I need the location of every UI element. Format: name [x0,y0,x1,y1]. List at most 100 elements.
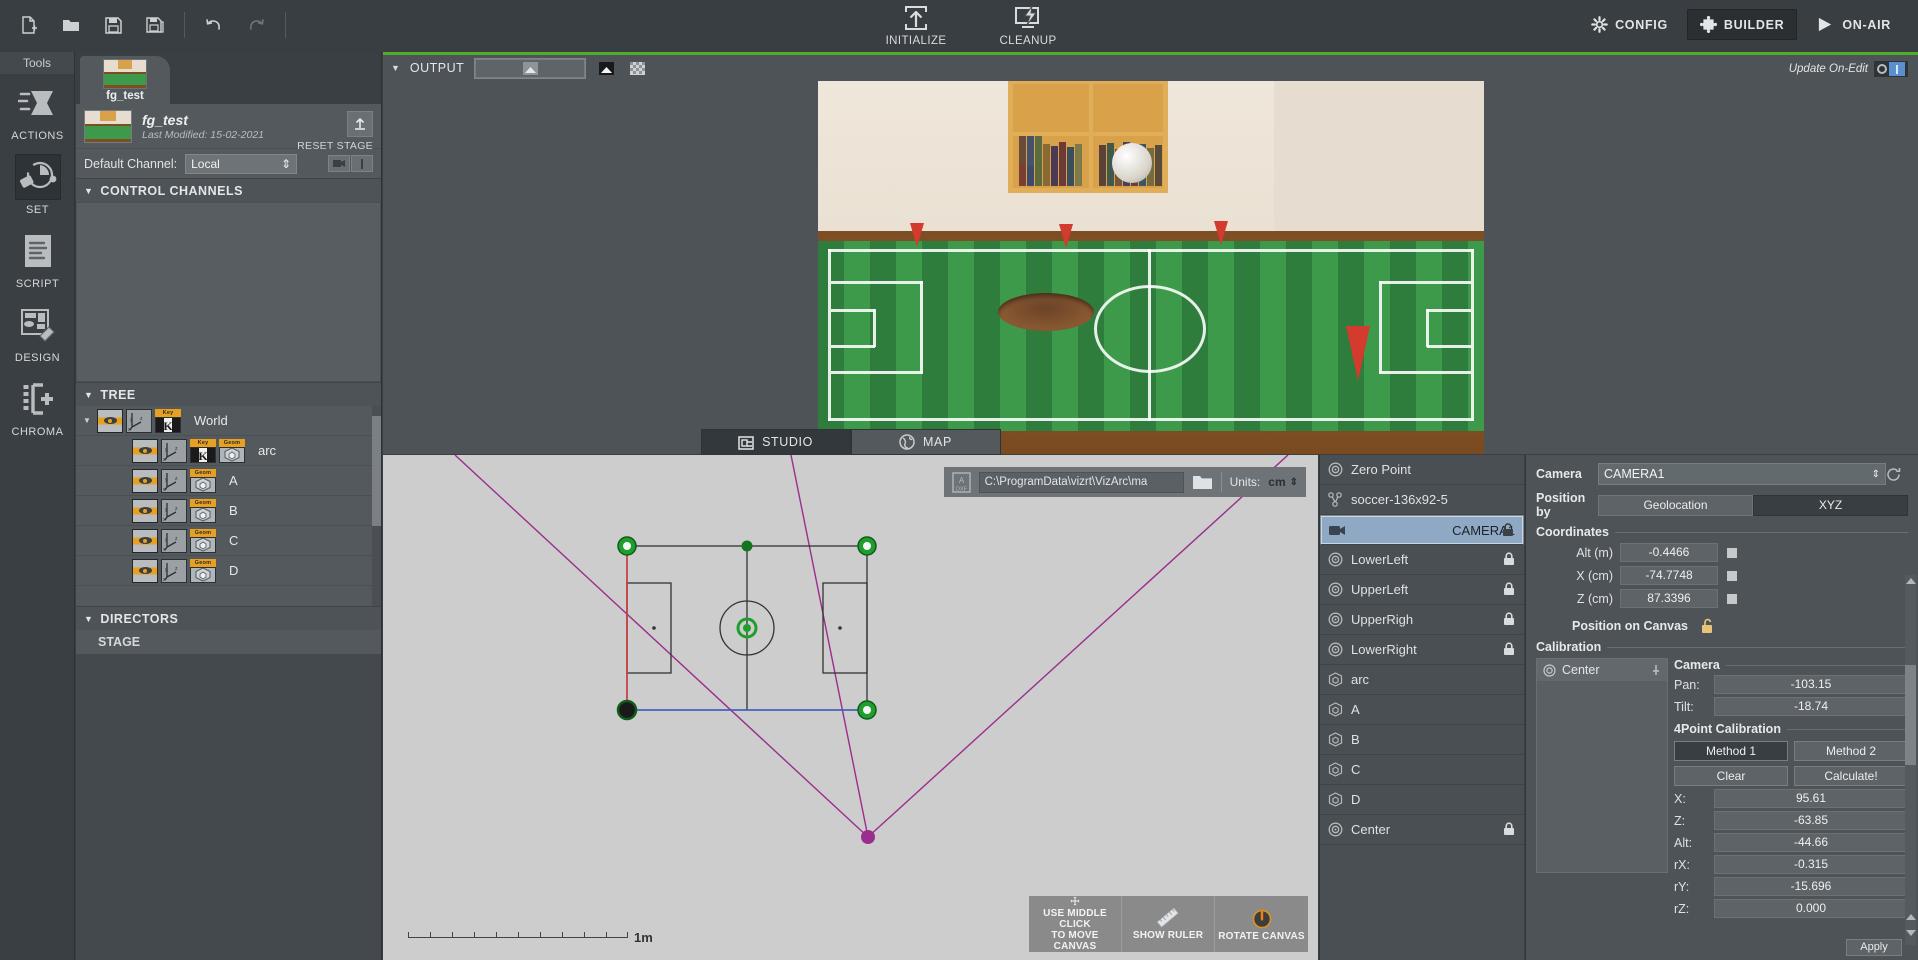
visibility-eye-icon[interactable] [132,559,158,583]
object-list-item[interactable]: CAMERA1 [1320,515,1524,545]
visibility-eye-icon[interactable] [132,439,158,463]
tree-badge-geom[interactable]: Geom [190,469,216,493]
rail-item-script[interactable]: SCRIPT [0,222,75,296]
reset-stage-bar-icon[interactable] [351,155,373,172]
scroll-up-arrow-icon-2[interactable] [1906,914,1916,920]
scroll-up-arrow-icon[interactable] [1906,578,1916,584]
coordinate-field[interactable]: 87.3396 [1620,589,1718,608]
position-by-geolocation[interactable]: Geolocation [1598,495,1753,516]
save-as-icon[interactable] [136,6,174,44]
units-select[interactable]: cm ⇕ [1268,475,1298,489]
undo-icon[interactable] [195,6,233,44]
visibility-eye-icon[interactable] [132,499,158,523]
coordinate-field[interactable]: -74.7748 [1620,566,1718,585]
rotate-canvas-knob[interactable]: ROTATE CANVAS [1215,896,1308,952]
lock-icon[interactable] [1503,552,1515,566]
visibility-eye-icon[interactable] [132,469,158,493]
mode-onair-button[interactable]: ON-AIR [1803,9,1904,40]
object-list-item[interactable]: Zero Point [1320,455,1524,485]
tilt-field[interactable]: -18.74 [1714,697,1908,716]
initialize-button[interactable]: INITIALIZE [880,0,952,47]
object-list-item[interactable]: A [1320,695,1524,725]
tree-row[interactable]: yzxGeomC [76,526,381,556]
dxf-path-input[interactable]: C:\ProgramData\vizrt\VizArc\ma [979,472,1184,493]
preview-solid-icon[interactable] [596,58,617,79]
coordinate-field[interactable]: -0.4466 [1620,543,1718,562]
calibration-result-field[interactable]: 95.61 [1714,789,1908,808]
tree-scrollbar-thumb[interactable] [372,416,381,526]
apply-button[interactable]: Apply [1846,939,1902,956]
object-list-item[interactable]: D [1320,785,1524,815]
folder-icon[interactable] [1192,474,1213,491]
object-list-item[interactable]: LowerLeft [1320,545,1524,575]
rail-item-design[interactable]: DESIGN [0,296,75,370]
scene-tab-fg-test[interactable]: fg_test [80,56,170,104]
rail-item-chroma[interactable]: CHROMA [0,370,75,444]
object-list-item[interactable]: soccer-136x92-5 [1320,485,1524,515]
save-icon[interactable] [94,6,132,44]
upload-scene-button[interactable] [347,111,373,137]
object-list-item[interactable]: C [1320,755,1524,785]
calibration-result-field[interactable]: -0.315 [1714,855,1908,874]
tree-row[interactable]: yzxGeomD [76,556,381,586]
chevron-down-icon[interactable]: ▼ [391,63,400,73]
new-file-icon[interactable] [10,6,48,44]
reset-stage-camera-icon[interactable] [328,155,350,172]
coordinate-lock-checkbox[interactable] [1727,594,1737,604]
stage-row[interactable]: STAGE [76,630,381,654]
tree-badge-key[interactable]: KeyK [155,409,181,433]
tree-row[interactable]: yzxGeomB [76,496,381,526]
pan-field[interactable]: -103.15 [1714,675,1908,694]
camera-panel-scroll-thumb[interactable] [1905,665,1916,765]
control-channels-section[interactable]: ▼ CONTROL CHANNELS [76,178,381,202]
open-folder-icon[interactable] [52,6,90,44]
update-on-edit-toggle[interactable] [1874,61,1908,77]
unlock-icon[interactable] [1502,523,1514,537]
tree-row[interactable]: yzxKeyKGeomarc [76,436,381,466]
object-list-item[interactable]: UpperRigh [1320,605,1524,635]
tab-map[interactable]: MAP [851,429,1001,455]
lock-icon[interactable] [1503,582,1515,596]
tree-row[interactable]: yzxGeomA [76,466,381,496]
tree-row[interactable]: ▼yzxKeyKWorld [76,406,381,436]
calibration-result-field[interactable]: -63.85 [1714,811,1908,830]
tree-scrollbar[interactable] [372,406,381,606]
coordinate-lock-checkbox[interactable] [1727,548,1737,558]
tab-studio[interactable]: STUDIO [701,429,851,455]
axis-transform-icon[interactable]: yzx [161,529,187,553]
scroll-down-arrow-icon[interactable] [1906,930,1916,936]
preview-alpha-icon[interactable] [627,58,648,79]
rail-item-actions[interactable]: ACTIONS [0,74,75,148]
tree-badge-geom[interactable]: Geom [190,499,216,523]
object-list-item[interactable]: B [1320,725,1524,755]
object-list-item[interactable]: UpperLeft [1320,575,1524,605]
axis-transform-icon[interactable]: yzx [161,559,187,583]
axis-transform-icon[interactable]: yzx [161,499,187,523]
cleanup-button[interactable]: CLEANUP [992,0,1064,47]
camera-select[interactable]: CAMERA1 ⇕ [1598,463,1886,485]
tree-badge-geom[interactable]: Geom [190,559,216,583]
visibility-eye-icon[interactable] [132,529,158,553]
directors-section[interactable]: ▼ DIRECTORS [76,606,381,630]
refresh-icon[interactable] [1886,467,1908,482]
method-2-button[interactable]: Method 2 [1794,741,1908,761]
tree-expander-icon[interactable]: ▼ [80,416,94,425]
calibration-result-field[interactable]: 0.000 [1714,899,1908,918]
object-list-item[interactable]: LowerRight [1320,635,1524,665]
axis-transform-icon[interactable]: yzx [126,409,152,433]
show-ruler-button[interactable]: SHOW RULER [1122,896,1215,952]
calibration-result-field[interactable]: -15.696 [1714,877,1908,896]
method-1-button[interactable]: Method 1 [1674,741,1788,761]
visibility-eye-icon[interactable] [97,409,123,433]
mode-builder-button[interactable]: BUILDER [1687,9,1797,40]
tree-badge-key[interactable]: KeyK [190,439,216,463]
position-by-xyz[interactable]: XYZ [1753,495,1908,516]
preview-render-image[interactable] [818,81,1484,454]
default-channel-select[interactable]: Local ⇕ [185,154,297,174]
rail-item-set[interactable]: SET [0,148,75,222]
preview-shaded-icon[interactable] [474,58,586,79]
calculate-button[interactable]: Calculate! [1794,766,1908,786]
studio-canvas[interactable]: STUDIO MAP [383,455,1318,960]
calibration-point-center[interactable]: Center [1537,659,1667,681]
axis-transform-icon[interactable]: yzx [161,439,187,463]
